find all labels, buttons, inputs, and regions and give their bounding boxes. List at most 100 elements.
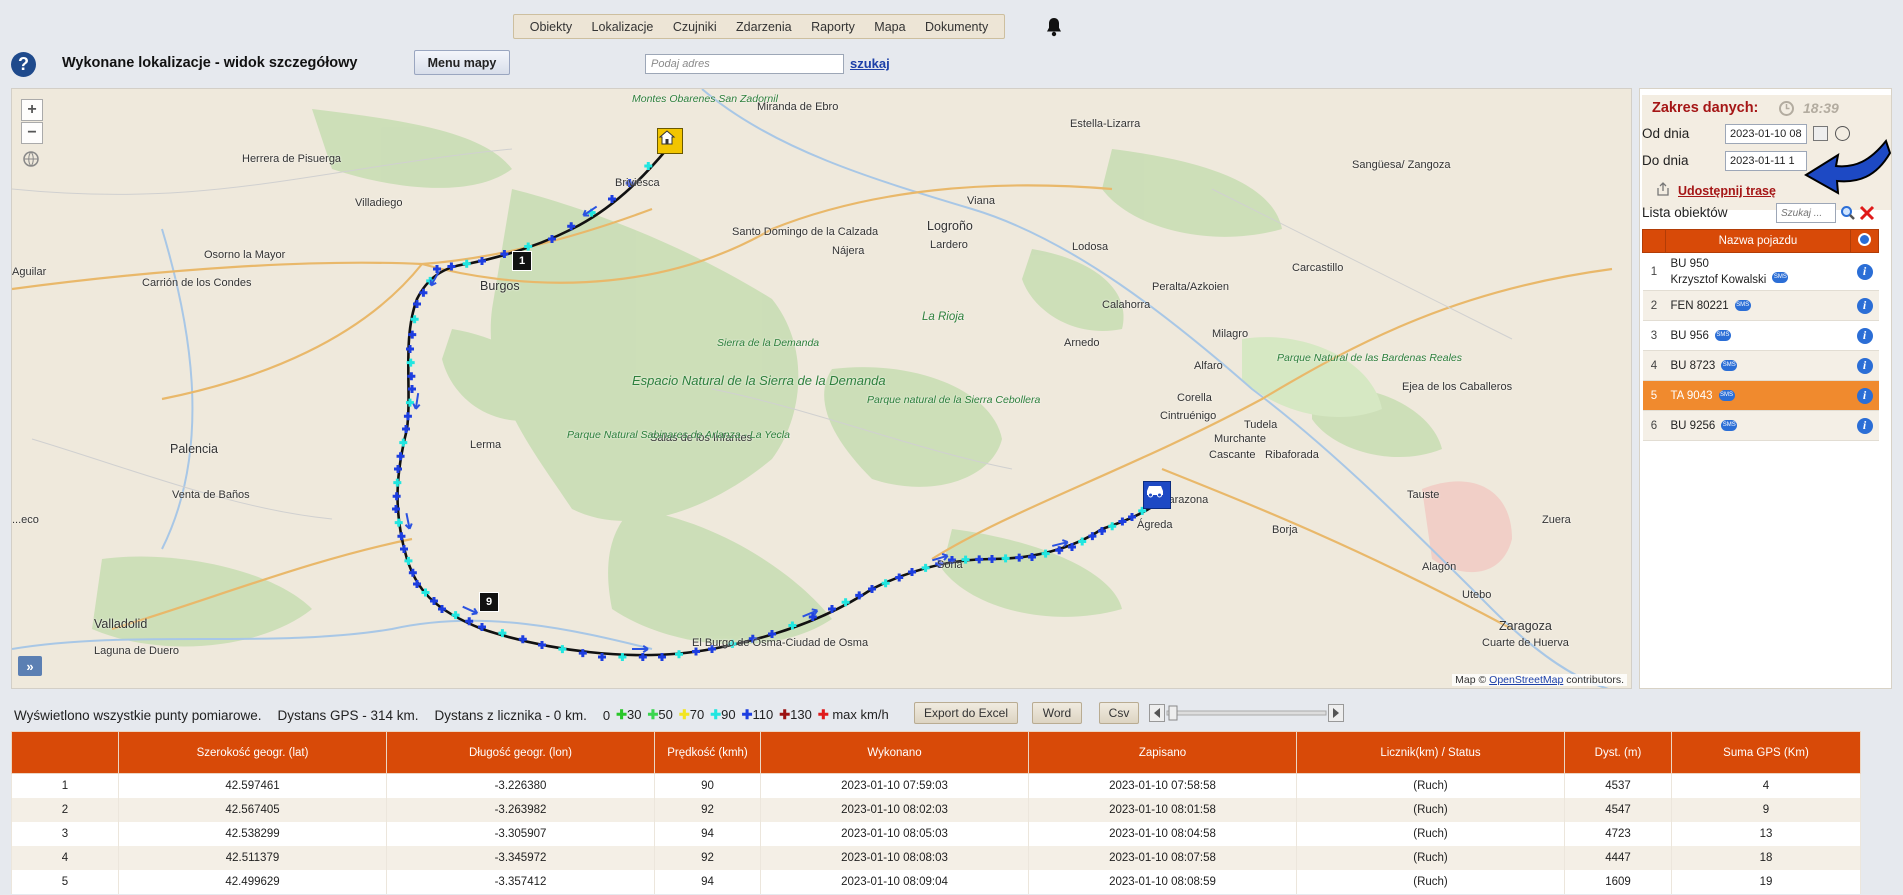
info-icon[interactable]: i [1856, 417, 1873, 434]
info-icon[interactable]: i [1856, 263, 1873, 280]
gps-point-icon[interactable] [598, 653, 606, 661]
gps-point-icon[interactable] [392, 492, 401, 501]
col-status[interactable]: Licznik(km) / Status [1296, 731, 1565, 774]
gps-point-icon[interactable] [500, 249, 509, 258]
gps-point-icon[interactable] [438, 605, 446, 613]
gps-point-icon[interactable] [405, 398, 414, 407]
vehicle-info-cell[interactable]: i [1850, 252, 1879, 291]
gps-point-icon[interactable] [408, 330, 417, 339]
gps-point-icon[interactable] [567, 222, 576, 231]
vehicle-info-cell[interactable]: i [1850, 350, 1879, 381]
gps-point-icon[interactable] [1055, 546, 1064, 555]
refresh-icon[interactable] [1778, 100, 1795, 117]
gps-point-icon[interactable] [1118, 517, 1127, 526]
sms-icon[interactable]: SMS [1718, 389, 1735, 401]
address-input[interactable] [645, 54, 844, 74]
vehicle-row[interactable]: 4 BU 8723 SMS i [1642, 350, 1879, 381]
gps-point-icon[interactable] [410, 315, 419, 324]
gps-point-icon[interactable] [841, 598, 850, 607]
osm-link[interactable]: OpenStreetMap [1489, 674, 1563, 686]
col-gps-sum[interactable]: Suma GPS (Km) [1671, 731, 1861, 774]
info-icon[interactable]: i [1856, 357, 1873, 374]
gps-point-icon[interactable] [451, 611, 460, 620]
gps-point-icon[interactable] [413, 300, 421, 308]
col-lon[interactable]: Długość geogr. (lon) [386, 731, 655, 774]
gps-point-icon[interactable] [397, 532, 406, 541]
gps-point-icon[interactable] [462, 259, 471, 268]
gps-point-icon[interactable] [399, 438, 408, 447]
gps-point-icon[interactable] [394, 518, 403, 527]
bell-icon[interactable] [1042, 15, 1066, 39]
vehicle-name-cell[interactable]: FEN 80221 SMS [1665, 290, 1851, 321]
vehicle-name-cell[interactable]: TA 9043 SMS [1665, 380, 1851, 411]
gps-point-icon[interactable] [1088, 532, 1097, 541]
menu-item-obiekty[interactable]: Obiekty [530, 20, 572, 34]
globe-icon[interactable] [22, 150, 40, 168]
search-icon[interactable] [1840, 205, 1856, 224]
gps-point-icon[interactable] [658, 653, 666, 661]
menu-item-mapa[interactable]: Mapa [874, 20, 905, 34]
export-excel-button[interactable]: Export do Excel [914, 702, 1018, 724]
vehicle-marker-icon[interactable] [1143, 481, 1171, 509]
menu-item-zdarzenia[interactable]: Zdarzenia [736, 20, 792, 34]
map-view[interactable]: Montes Obarenes San Zadornil Miranda de … [11, 88, 1632, 689]
route-start-marker[interactable]: 1 [512, 251, 532, 271]
expand-panel-button[interactable]: » [18, 656, 42, 676]
search-link[interactable]: szukaj [850, 56, 890, 71]
gps-point-icon[interactable] [618, 653, 627, 661]
gps-point-icon[interactable] [578, 649, 587, 658]
gps-point-icon[interactable] [608, 195, 616, 203]
col-executed[interactable]: Wykonano [760, 731, 1029, 774]
vehicle-info-cell[interactable]: i [1850, 290, 1879, 321]
vehicle-info-cell[interactable]: i [1850, 380, 1879, 411]
gps-point-icon[interactable] [419, 288, 428, 297]
gps-point-icon[interactable] [478, 257, 486, 265]
table-row[interactable]: 5 42.499629 -3.357412 94 2023-01-10 08:09:04… [11, 869, 1861, 894]
col-saved[interactable]: Zapisano [1028, 731, 1297, 774]
gps-point-icon[interactable] [975, 555, 984, 564]
gps-point-icon[interactable] [524, 242, 533, 251]
gps-point-icon[interactable] [638, 653, 647, 661]
col-speed[interactable]: Prędkość (kmh) [654, 731, 761, 774]
sms-icon[interactable]: SMS [1721, 359, 1738, 371]
col-lat[interactable]: Szerokość geogr. (lat) [118, 731, 387, 774]
gps-point-icon[interactable] [1015, 553, 1024, 562]
gps-point-icon[interactable] [413, 580, 421, 588]
gps-point-icon[interactable] [895, 573, 904, 582]
timeline-slider[interactable] [1149, 704, 1344, 722]
table-row[interactable]: 3 42.538299 -3.305907 94 2023-01-10 08:05:03… [11, 821, 1861, 846]
table-row[interactable]: 2 42.567405 -3.263982 92 2023-01-10 08:02:03… [11, 797, 1861, 822]
gps-point-icon[interactable] [788, 621, 797, 630]
help-icon[interactable]: ? [11, 52, 36, 77]
gps-point-icon[interactable] [393, 478, 402, 487]
gps-point-icon[interactable] [881, 579, 890, 588]
gps-point-icon[interactable] [518, 635, 527, 644]
gps-point-icon[interactable] [421, 588, 430, 597]
gps-point-icon[interactable] [1108, 522, 1117, 531]
gps-point-icon[interactable] [403, 412, 412, 421]
gps-point-icon[interactable] [430, 597, 438, 605]
share-route-link[interactable]: Udostępnij trasę [1678, 184, 1776, 198]
vehicle-info-cell[interactable]: i [1850, 410, 1879, 441]
gps-point-icon[interactable] [644, 162, 653, 170]
vehicle-name-cell[interactable]: BU 9256 SMS [1665, 410, 1851, 441]
gps-point-icon[interactable] [402, 425, 410, 433]
gps-point-icon[interactable] [400, 545, 408, 553]
gps-point-icon[interactable] [1078, 537, 1087, 546]
info-icon[interactable]: i [1856, 387, 1873, 404]
vehicle-row[interactable]: 3 BU 956 SMS i [1642, 320, 1879, 351]
vehicle-info-cell[interactable]: i [1850, 320, 1879, 351]
vehicle-name-cell[interactable]: BU 8723 SMS [1665, 350, 1851, 381]
gps-point-icon[interactable] [447, 262, 456, 271]
gps-point-icon[interactable] [394, 465, 402, 473]
gps-point-icon[interactable] [408, 568, 417, 577]
menu-item-czujniki[interactable]: Czujniki [673, 20, 717, 34]
vehicle-name-cell[interactable]: BU 956 SMS [1665, 320, 1851, 351]
gps-point-icon[interactable] [868, 585, 876, 593]
gps-point-icon[interactable] [675, 650, 683, 659]
menu-item-raporty[interactable]: Raporty [811, 20, 855, 34]
gps-point-icon[interactable] [548, 235, 556, 243]
gps-point-icon[interactable] [828, 605, 836, 613]
from-date-input[interactable] [1725, 124, 1807, 144]
gps-point-icon[interactable] [407, 372, 416, 381]
